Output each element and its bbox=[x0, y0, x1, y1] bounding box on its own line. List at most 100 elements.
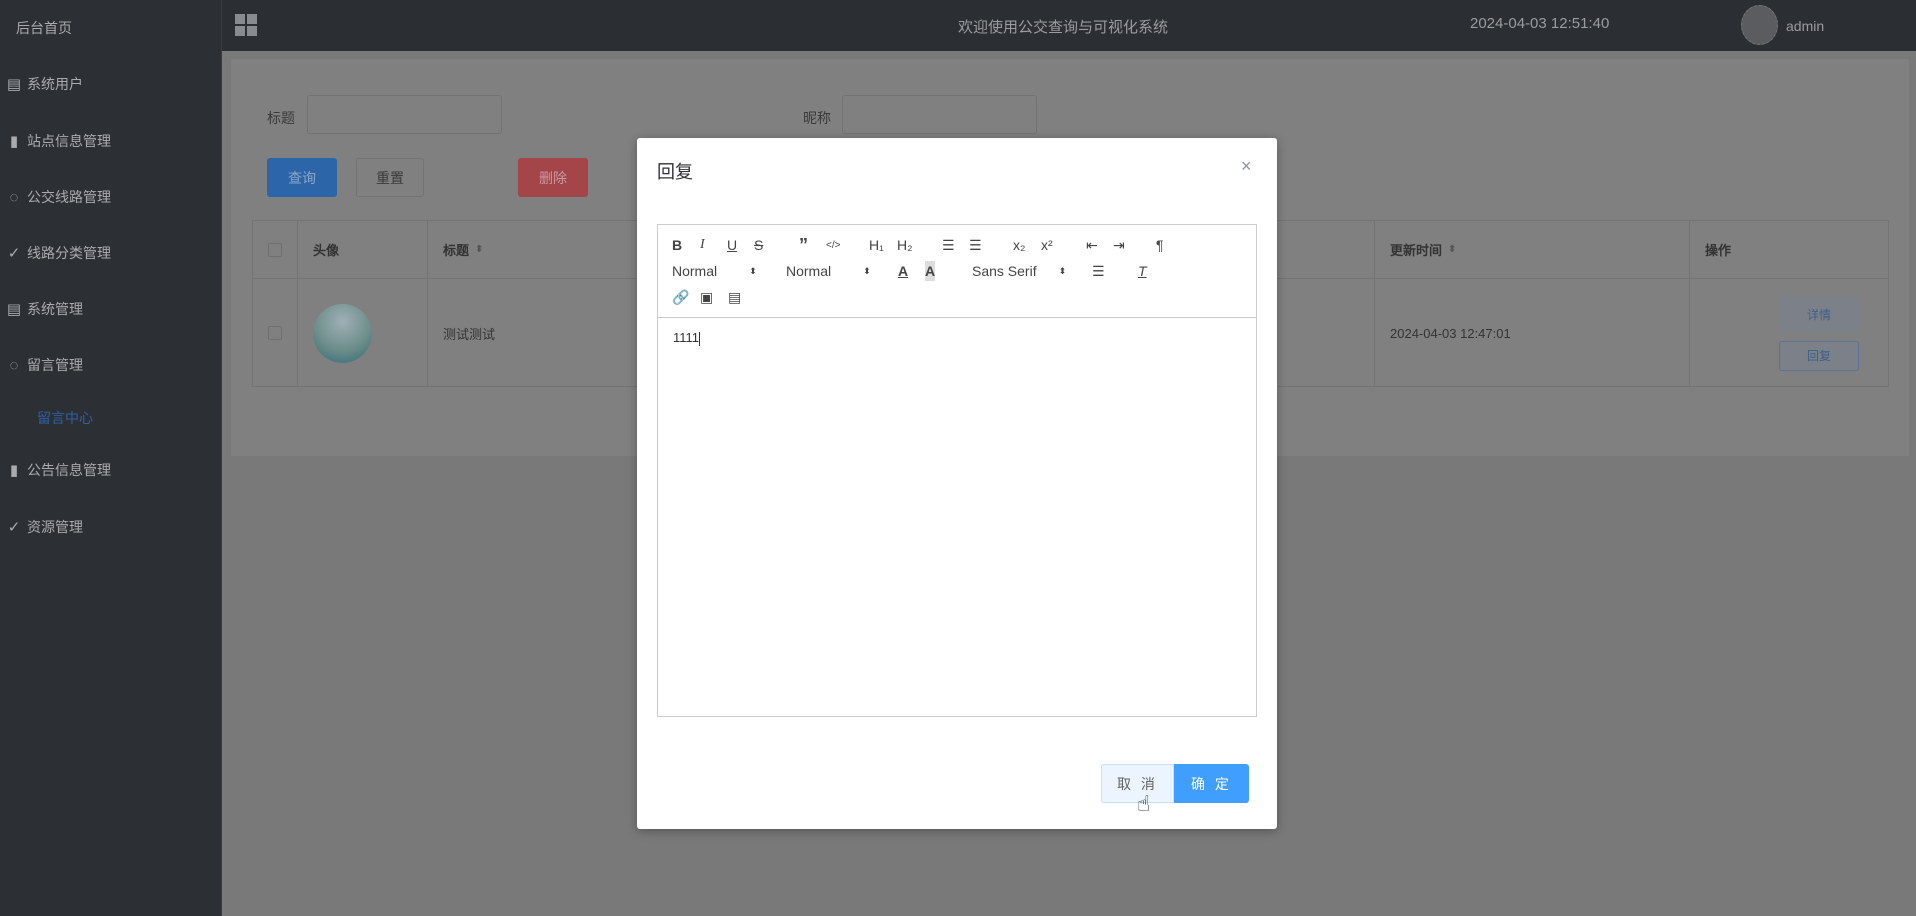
row-updated-time: 2024-04-03 12:47:01 bbox=[1375, 279, 1690, 387]
nickname-search-input[interactable] bbox=[842, 95, 1037, 134]
size-select-value: Normal bbox=[786, 263, 832, 279]
reply-dialog: 回复 × B I U S ” </> H₁ H₂ ☰ ☰ x₂ x² ⇤ ⇥ ¶… bbox=[637, 138, 1277, 829]
background-color-icon[interactable]: A bbox=[925, 261, 936, 281]
row-select-cell bbox=[253, 279, 298, 387]
text-caret bbox=[699, 331, 701, 346]
font-select[interactable]: Sans Serif ⬍ bbox=[972, 261, 1066, 281]
reset-button[interactable]: 重置 bbox=[356, 158, 424, 197]
select-arrows-icon: ⬍ bbox=[749, 265, 757, 276]
current-datetime: 2024-04-03 12:51:40 bbox=[1470, 15, 1610, 32]
sidebar-item-label: 系统管理 bbox=[27, 301, 83, 317]
row-checkbox[interactable] bbox=[268, 326, 282, 340]
column-header-label: 更新时间 bbox=[1390, 243, 1443, 258]
hand-cursor-icon: ☝ bbox=[1137, 791, 1151, 816]
column-header-label: 标题 bbox=[443, 243, 470, 258]
nickname-label: 昵称 bbox=[803, 110, 831, 126]
actions-cell: 详情 回复 bbox=[1690, 279, 1888, 387]
sidebar-item-label: 线路分类管理 bbox=[27, 245, 111, 261]
detail-button[interactable]: 详情 bbox=[1779, 295, 1859, 333]
confirm-button[interactable]: 确 定 bbox=[1174, 764, 1249, 803]
outdent-icon[interactable]: ⇤ bbox=[1086, 235, 1098, 255]
avatar bbox=[313, 303, 372, 363]
sidebar-item-label: 留言中心 bbox=[37, 410, 93, 426]
ordered-list-icon[interactable]: ☰ bbox=[942, 235, 955, 255]
header1-icon[interactable]: H₁ bbox=[869, 235, 884, 255]
column-header-updated[interactable]: 更新时间 ⬍ bbox=[1375, 221, 1690, 278]
editor-content[interactable]: 1111 bbox=[658, 318, 1256, 358]
top-header: 欢迎使用公交查询与可视化系统 2024-04-03 12:51:40 admin bbox=[222, 0, 1916, 51]
delete-button[interactable]: 删除 bbox=[518, 158, 588, 197]
close-icon[interactable]: × bbox=[1241, 156, 1252, 177]
username[interactable]: admin bbox=[1786, 18, 1824, 34]
query-button[interactable]: 查询 bbox=[267, 158, 337, 197]
text-direction-icon[interactable]: ¶ bbox=[1156, 235, 1164, 255]
font-select-value: Sans Serif bbox=[972, 263, 1037, 279]
bar-chart-icon: ▮ bbox=[9, 133, 19, 150]
editor-text: 1111 bbox=[673, 330, 700, 345]
select-all-cell bbox=[253, 221, 298, 278]
italic-icon[interactable]: I bbox=[700, 235, 705, 255]
chat-icon: ◌ bbox=[9, 356, 19, 374]
code-block-icon[interactable]: </> bbox=[826, 235, 840, 255]
sidebar-item-route-categories[interactable]: ✓ 线路分类管理 bbox=[0, 238, 111, 268]
select-arrows-icon: ⬍ bbox=[863, 265, 871, 276]
image-icon[interactable]: ▣ bbox=[700, 287, 713, 307]
header-select[interactable]: Normal ⬍ bbox=[672, 261, 757, 281]
sidebar-item-label: 公交线路管理 bbox=[27, 189, 111, 205]
sort-icon[interactable]: ⬍ bbox=[475, 244, 483, 255]
title-label: 标题 bbox=[267, 110, 295, 126]
column-header-avatar: 头像 bbox=[298, 221, 428, 278]
document-icon: ▤ bbox=[6, 301, 22, 318]
sidebar-item-resources[interactable]: ✓ 资源管理 bbox=[0, 512, 83, 542]
sidebar-item-messages[interactable]: ◌ 留言管理 bbox=[0, 350, 83, 380]
select-all-checkbox[interactable] bbox=[268, 242, 282, 257]
sidebar-item-announcements[interactable]: ▮ 公告信息管理 bbox=[0, 455, 111, 485]
sidebar-item-label: 系统用户 bbox=[27, 76, 83, 92]
check-circle-icon: ✓ bbox=[7, 519, 21, 536]
app-title: 欢迎使用公交查询与可视化系统 bbox=[958, 19, 1169, 36]
menu-grid-icon[interactable] bbox=[235, 14, 257, 36]
sidebar-item-label: 后台首页 bbox=[16, 20, 72, 36]
strike-icon[interactable]: S bbox=[754, 235, 763, 255]
sidebar: 后台首页 ▤ 系统用户 ▮ 站点信息管理 ◌ 公交线路管理 ✓ 线路分类管理 ▤ 系统管理… bbox=[0, 0, 222, 916]
indent-icon[interactable]: ⇥ bbox=[1113, 235, 1125, 255]
chat-icon: ◌ bbox=[9, 188, 19, 206]
sidebar-item-label: 公告信息管理 bbox=[27, 462, 111, 478]
reply-button[interactable]: 回复 bbox=[1779, 340, 1859, 371]
size-select[interactable]: Normal ⬍ bbox=[786, 261, 871, 281]
sidebar-item-label: 资源管理 bbox=[27, 519, 83, 535]
sort-icon[interactable]: ⬍ bbox=[1448, 244, 1456, 255]
user-avatar[interactable] bbox=[1741, 5, 1778, 45]
superscript-icon[interactable]: x² bbox=[1041, 235, 1053, 255]
video-icon[interactable]: ▤ bbox=[728, 287, 741, 307]
align-icon[interactable]: ☰ bbox=[1092, 261, 1105, 281]
subscript-icon[interactable]: x₂ bbox=[1013, 235, 1025, 255]
editor-toolbar: B I U S ” </> H₁ H₂ ☰ ☰ x₂ x² ⇤ ⇥ ¶ Norm… bbox=[658, 225, 1256, 318]
bold-icon[interactable]: B bbox=[672, 235, 682, 255]
column-header-actions: 操作 bbox=[1705, 243, 1732, 258]
sidebar-item-stations[interactable]: ▮ 站点信息管理 bbox=[0, 126, 111, 156]
avatar-cell bbox=[298, 279, 428, 387]
clear-format-icon[interactable]: T bbox=[1138, 261, 1147, 281]
rich-text-editor: B I U S ” </> H₁ H₂ ☰ ☰ x₂ x² ⇤ ⇥ ¶ Norm… bbox=[657, 224, 1257, 717]
dialog-title: 回复 bbox=[657, 162, 693, 182]
title-search-input[interactable] bbox=[307, 95, 502, 134]
sidebar-item-home[interactable]: 后台首页 bbox=[16, 13, 72, 43]
sidebar-item-system[interactable]: ▤ 系统管理 bbox=[0, 294, 83, 324]
blockquote-icon[interactable]: ” bbox=[799, 235, 808, 255]
text-color-icon[interactable]: A bbox=[898, 261, 908, 281]
underline-icon[interactable]: U bbox=[727, 235, 737, 255]
header-select-value: Normal bbox=[672, 263, 718, 279]
bar-chart-icon: ▮ bbox=[9, 462, 19, 479]
check-circle-icon: ✓ bbox=[7, 245, 21, 262]
sidebar-item-label: 留言管理 bbox=[27, 357, 83, 373]
link-icon[interactable]: 🔗 bbox=[672, 287, 689, 307]
header2-icon[interactable]: H₂ bbox=[897, 235, 913, 255]
document-icon: ▤ bbox=[6, 76, 22, 93]
select-arrows-icon: ⬍ bbox=[1058, 265, 1067, 276]
sidebar-item-users[interactable]: ▤ 系统用户 bbox=[0, 69, 83, 99]
sidebar-item-routes[interactable]: ◌ 公交线路管理 bbox=[0, 182, 111, 212]
sidebar-item-message-center[interactable]: 留言中心 bbox=[37, 403, 93, 433]
bullet-list-icon[interactable]: ☰ bbox=[969, 235, 982, 255]
sidebar-item-label: 站点信息管理 bbox=[27, 133, 111, 149]
